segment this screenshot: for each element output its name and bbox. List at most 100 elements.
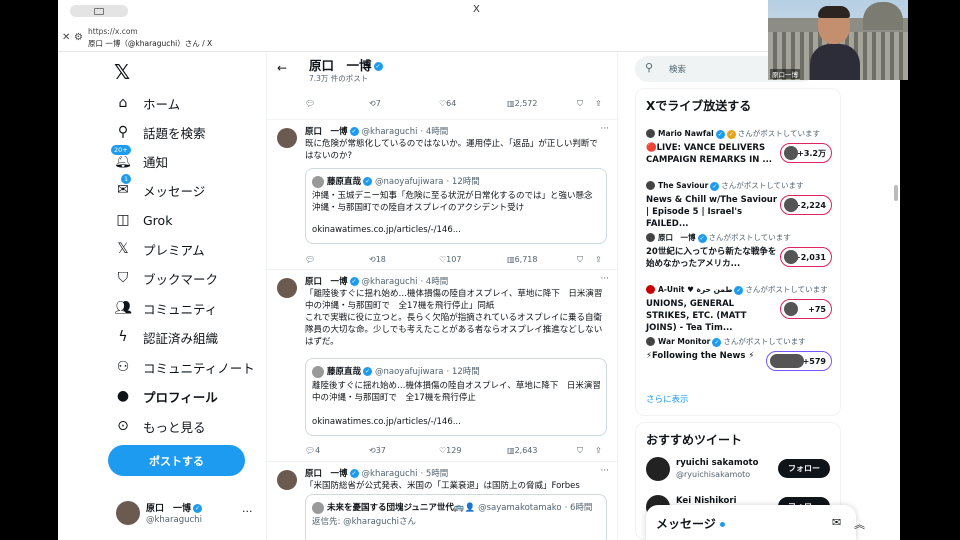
more-icon[interactable]: ··· [600, 124, 609, 134]
sidebar-item-verified-orgs[interactable]: ϟ 認証済み組織 [114, 326, 218, 348]
close-window-button[interactable]: X [473, 4, 480, 15]
retweet-count: 7 [375, 99, 381, 108]
messages-drawer[interactable]: メッセージ ✉ ︽ [646, 505, 865, 540]
sidebar-item-label: コミュニティノート [143, 360, 255, 376]
quote-link[interactable]: okinawatimes.co.jp/articles/-/146... [312, 417, 461, 427]
quote-author: 藤原直哉 [327, 367, 362, 377]
address-bar[interactable]: ✕ ⚙ https://x.com 原口 一博（@kharaguchi）さん /… [62, 26, 822, 50]
live-item[interactable]: Mario Nawfal ✓ ✓ さんがポストしています 🔴LIVE: VANCE D… [646, 127, 836, 175]
live-item[interactable]: The Saviour ✓ さんがポストしています News & Chill w/T… [646, 179, 836, 229]
quote-tweet[interactable]: 藤原直哉 ✓ @naoyafujiwara · 12時間 沖縄・玉城デニー知事「危険に… [305, 168, 607, 244]
sidebar-item-explore[interactable]: ⚲ 話題を検索 [114, 121, 206, 143]
sidebar-item-communities[interactable]: 👥︎ コミュニティ [114, 297, 217, 319]
share-icon[interactable]: ⇪ [595, 255, 602, 264]
more-circle-icon: ⊙ [117, 418, 129, 434]
quote-link[interactable]: okinawatimes.co.jp/articles/-/146... [312, 225, 461, 235]
tweet-text: 「米国防総省が公式発表、米国の「工業衰退」は国防上の脅威」Forbes [305, 481, 580, 491]
account-handle: @kharaguchi [146, 515, 202, 525]
search-placeholder: 検索 [669, 65, 687, 75]
profile-name-text: 原口 一博 [309, 58, 372, 73]
retweet-count: 37 [375, 446, 386, 455]
live-item[interactable]: 原口 一博 ✓ さんがポストしています 20世紀に入ってから新たな戦争を始めなかった… [646, 231, 836, 279]
retweet-button[interactable]: ⟲ 37 [369, 446, 386, 455]
reply-button[interactable]: 💬︎ 4 [305, 446, 320, 455]
live-item[interactable]: A-Unit ♥ طمن حرة ✓ さんがポストしています UNIONS, GEN… [646, 283, 836, 333]
post-button[interactable]: ポストする [108, 445, 245, 476]
verified-badge-icon: ✓ [715, 129, 725, 139]
views-button[interactable]: ▥ 2,643 [507, 446, 537, 455]
sidebar-item-community-notes[interactable]: ⚇ コミュニティノート [114, 356, 255, 378]
sidebar-item-bookmarks[interactable]: ⛉ ブックマーク [114, 267, 218, 289]
live-title: ⚡Following the News ⚡ [646, 351, 755, 361]
host-name: The Saviour [658, 181, 709, 190]
presenter-body [810, 44, 860, 80]
share-icon[interactable]: ⇪ [595, 99, 602, 108]
quote-author: 未来を憂国する団塊ジュニア世代🚌👤 [327, 503, 476, 513]
sidebar-item-grok[interactable]: ◫ Grok [114, 209, 172, 231]
sidebar-item-more[interactable]: ⊙ もっと見る [114, 415, 206, 437]
webcam-overlay: 原口一博 [768, 0, 908, 80]
bookmark-icon[interactable]: ⛉ [577, 446, 583, 456]
x-icon: 𝕏 [117, 241, 129, 257]
sidebar-item-messages[interactable]: ✉ 1 メッセージ [114, 173, 206, 201]
person-icon: ● [116, 388, 130, 404]
expand-icon[interactable]: ︽ [854, 516, 865, 532]
avatar [646, 457, 670, 481]
sidebar-item-label: 通知 [143, 154, 169, 170]
share-icon[interactable]: ⇪ [595, 446, 602, 455]
sidebar-item-home[interactable]: ⌂ ホーム [114, 92, 181, 114]
scrollbar[interactable] [894, 185, 898, 201]
back-arrow-icon[interactable]: ← [277, 61, 287, 75]
listener-count: +75 [780, 299, 832, 319]
tab-overview-button[interactable] [70, 5, 128, 17]
new-message-icon[interactable]: ✉ [832, 516, 841, 529]
sidebar-item-premium[interactable]: 𝕏 プレミアム [114, 238, 204, 260]
site-settings-icon[interactable]: ⚙ [74, 32, 83, 43]
live-title: 🔴LIVE: VANCE DELIVERS CAMPAIGN REMARKS I… [646, 143, 773, 165]
live-item[interactable]: War Monitor ✓ さんがポストしています ⚡Following the N… [646, 335, 836, 383]
sidebar-item-label: 話題を検索 [143, 125, 206, 141]
host-name: A-Unit ♥ طمن حرة [658, 285, 733, 294]
message-badge: 1 [120, 173, 133, 185]
tweet[interactable]: 原口 一博 ✓ @kharaguchi · 4時間 ··· 「離陸後すぐに揺れ始め…機… [267, 270, 617, 462]
retweet-button[interactable]: ⟲ 18 [369, 255, 386, 264]
sidebar-item-label: メッセージ [143, 183, 206, 199]
tweet-text: 既に危険が常態化しているのではないか。運用停止、「返品」が正しい判断ではないのか… [305, 139, 598, 161]
quote-author: 藤原直哉 [327, 177, 362, 187]
x-logo-icon[interactable]: 𝕏 [114, 60, 130, 84]
like-button[interactable]: ♡ 64 [439, 99, 456, 108]
more-icon[interactable]: ··· [600, 274, 609, 284]
views-button[interactable]: ▥ 6,718 [507, 255, 537, 264]
sidebar-item-label: 認証済み組織 [143, 330, 219, 346]
reply-icon[interactable]: 💬︎ [305, 99, 315, 108]
tweet[interactable]: 原口 一博 ✓ @kharaguchi · 4時間 ··· 既に危険が常態化しているの… [267, 120, 617, 270]
tweet-actions: 💬︎ ⟲ 7 ♡ 64 ▥ 2,572 ⛉ ⇪ [305, 99, 611, 111]
follow-button[interactable]: フォロー [778, 459, 830, 478]
like-button[interactable]: ♡ 107 [439, 255, 461, 264]
quote-tweet[interactable]: 藤原直哉 ✓ @naoyafujiwara · 12時間 離陸後すぐに揺れ始め…機体損… [305, 358, 607, 436]
tweet[interactable]: 原口 一博 ✓ @kharaguchi · 5時間 ··· 「米国防総省が公式発表、米… [267, 462, 617, 540]
recommended-account[interactable]: ryuichi sakamoto @ryuichisakamoto フォロー [646, 455, 836, 485]
sidebar-item-profile[interactable]: ● プロフィール [114, 385, 218, 407]
more-icon[interactable]: ··· [600, 466, 609, 476]
retweet-button[interactable]: ⟲ 7 [369, 99, 381, 108]
reply-icon[interactable]: 💬︎ [305, 255, 315, 264]
reply-count: 4 [315, 446, 321, 455]
bookmark-icon[interactable]: ⛉ [577, 99, 583, 109]
quote-tweet[interactable]: 未来を憂国する団塊ジュニア世代🚌👤 @sayamakotamako · 6時間 返信… [305, 494, 607, 540]
avatar [646, 233, 655, 242]
show-more-link[interactable]: さらに表示 [646, 393, 689, 405]
more-icon[interactable]: ··· [242, 505, 253, 518]
sidebar-item-label: もっと見る [143, 419, 206, 435]
like-button[interactable]: ♡ 129 [439, 446, 461, 455]
bookmark-icon[interactable]: ⛉ [577, 255, 583, 265]
post-count: 7.3万 件のポスト [309, 74, 369, 83]
views-button[interactable]: ▥ 2,572 [507, 99, 537, 108]
sidebar-item-notifications[interactable]: 🔔︎ 20+ 通知 [110, 144, 169, 172]
listener-count-text: +2,031 [793, 252, 826, 262]
avatar [646, 129, 655, 138]
tweet-actions: 💬︎ 4 ⟲ 37 ♡ 129 ▥ 2,643 ⛉ ⇪ [305, 446, 611, 458]
right-sidebar: ⚲ 検索 Xでライブ放送する Mario Nawfal ✓ ✓ さんがポストしています… [633, 52, 843, 540]
account-switcher[interactable]: 原口 一博 ✓ @kharaguchi ··· [114, 499, 264, 531]
close-icon[interactable]: ✕ [62, 32, 70, 43]
